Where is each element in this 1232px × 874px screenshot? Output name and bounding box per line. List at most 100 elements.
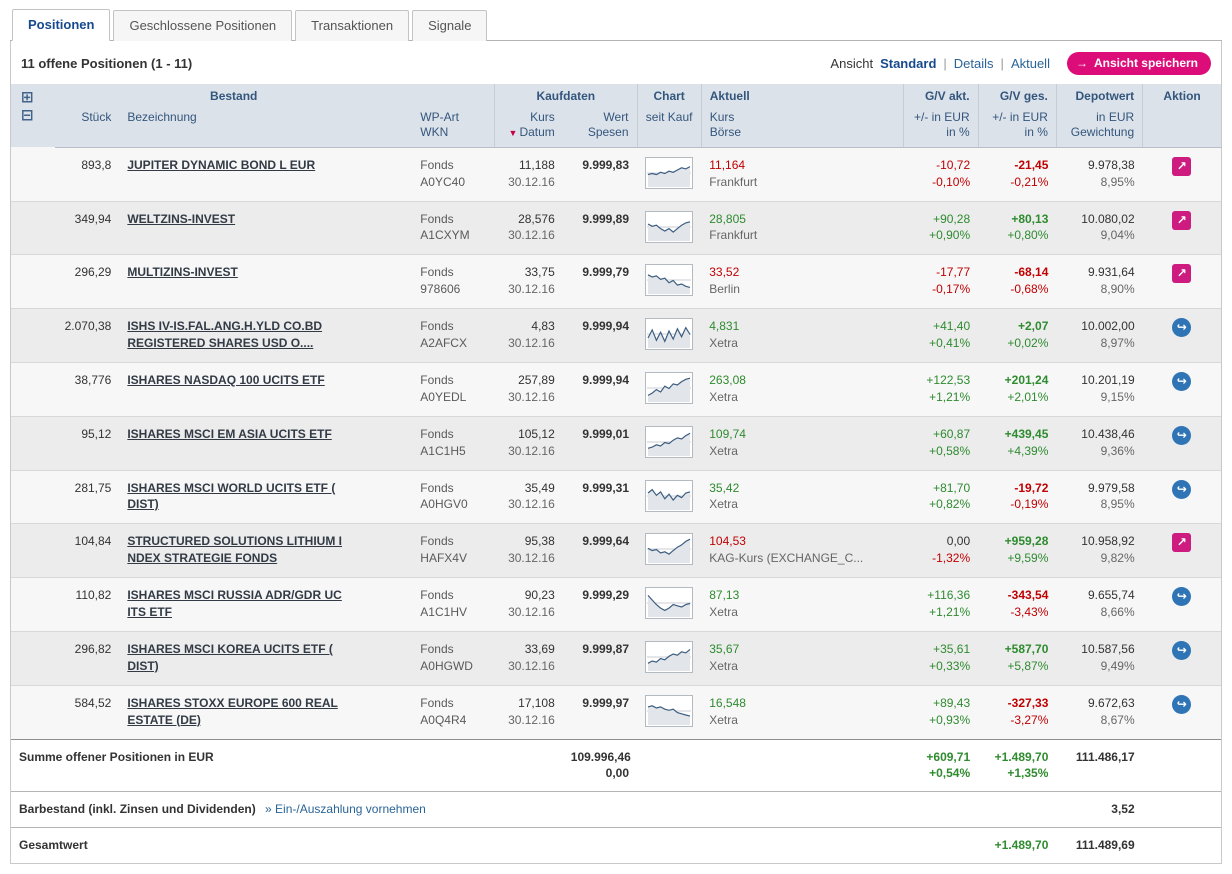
position-row: 349,94 WELTZINS-INVEST Fonds A1CXYM 28,5…: [11, 201, 1221, 255]
sparkline-chart[interactable]: [645, 371, 694, 404]
depot-value: 10.201,19: [1081, 372, 1135, 387]
trade-action-icon[interactable]: ↗: [1172, 156, 1192, 176]
wkn: A0YEDL: [420, 389, 467, 404]
trade-action-icon[interactable]: ↗: [1172, 210, 1192, 230]
info-action-icon[interactable]: ↪: [1172, 318, 1192, 338]
instrument-type: Fonds: [420, 157, 454, 172]
sparkline-chart[interactable]: [645, 479, 694, 512]
sparkline-chart[interactable]: [645, 640, 694, 673]
collapse-all-icon[interactable]: ⊟: [21, 108, 34, 123]
depot-value: 9.979,58: [1087, 480, 1135, 495]
gv-total-pct: +4,39%: [1007, 443, 1049, 458]
header-chart: Chart: [636, 84, 702, 108]
buy-date: 30.12.16: [508, 389, 555, 404]
sum-row: Summe offener Positionen in EUR 109.996,…: [11, 738, 1221, 792]
position-name-link[interactable]: MULTIZINS-INVEST: [127, 265, 237, 279]
info-action-icon[interactable]: ↪: [1172, 371, 1192, 391]
instrument-type: Fonds: [420, 480, 454, 495]
view-option-standard[interactable]: Standard: [880, 56, 936, 71]
trade-action-icon[interactable]: ↗: [1172, 533, 1192, 553]
tab-positionen[interactable]: Positionen: [12, 9, 111, 41]
row-toggle-cell: [11, 685, 55, 739]
sparkline-chart[interactable]: [645, 694, 694, 727]
trade-action-icon[interactable]: ↗: [1172, 264, 1192, 284]
buy-value: 9.999,89: [582, 211, 630, 226]
position-name-link[interactable]: WELTZINS-INVEST: [127, 212, 235, 226]
header-bezeichnung: Bezeichnung: [119, 107, 413, 148]
info-action-icon[interactable]: ↪: [1172, 694, 1192, 714]
view-option-aktuell[interactable]: Aktuell: [1011, 56, 1050, 71]
position-name-link[interactable]: ISHARES STOXX EUROPE 600 REAL ESTATE (DE): [127, 696, 338, 727]
save-view-button[interactable]: → Ansicht speichern: [1066, 52, 1211, 75]
tab-geschlossene-positionen[interactable]: Geschlossene Positionen: [113, 10, 293, 41]
header-aktion: Aktion: [1142, 84, 1221, 108]
row-toggle-cell: [11, 578, 55, 632]
buy-value: 9.999,97: [582, 695, 630, 710]
gv-current-pct: -1,32%: [932, 551, 971, 566]
header-spacer: [412, 84, 495, 108]
header-wert-spesen: Wert Spesen: [562, 107, 638, 148]
row-toggle-cell: [11, 362, 55, 416]
info-action-icon[interactable]: ↪: [1172, 479, 1192, 499]
info-action-icon[interactable]: ↪: [1172, 425, 1192, 445]
gv-current-pct: +0,82%: [929, 497, 971, 512]
buy-value: 9.999,87: [582, 641, 630, 656]
buy-value: 9.999,94: [582, 319, 630, 334]
positions-tbody: 893,8 JUPITER DYNAMIC BOND L EUR Fonds A…: [11, 147, 1221, 740]
position-name-link[interactable]: ISHARES MSCI EM ASIA UCITS ETF: [127, 427, 331, 441]
tab-signale[interactable]: Signale: [412, 10, 488, 41]
separator: |: [1000, 56, 1004, 71]
current-price: 28,805: [709, 211, 746, 226]
current-price: 35,42: [709, 480, 740, 495]
weight: 9,15%: [1100, 389, 1135, 404]
sparkline-chart[interactable]: [645, 156, 694, 189]
gv-current-eur: -17,77: [936, 265, 971, 280]
info-action-icon[interactable]: ↪: [1172, 587, 1192, 607]
total-gv: +1.489,70: [978, 826, 1057, 863]
buy-price: 95,38: [524, 534, 555, 549]
sparkline-chart[interactable]: [645, 318, 694, 351]
sort-desc-icon: ▼: [508, 128, 518, 139]
weight: 9,49%: [1100, 658, 1135, 673]
current-price: 4,831: [709, 319, 740, 334]
depot-value: 10.587,56: [1081, 641, 1135, 656]
exchange: Xetra: [709, 712, 738, 727]
position-name-link[interactable]: ISHARES MSCI RUSSIA ADR/GDR UC ITS ETF: [127, 588, 341, 619]
position-name-link[interactable]: STRUCTURED SOLUTIONS LITHIUM I NDEX STRAT…: [127, 534, 342, 565]
separator: |: [943, 56, 947, 71]
gv-current-pct: +1,21%: [929, 389, 971, 404]
gv-total-pct: -3,43%: [1010, 604, 1049, 619]
sparkline-chart[interactable]: [645, 425, 694, 458]
buy-value: 9.999,29: [582, 588, 630, 603]
quantity: 893,8: [81, 157, 112, 172]
view-label: Ansicht: [830, 56, 874, 71]
gv-current-pct: +0,93%: [929, 712, 971, 727]
quantity: 296,82: [74, 641, 112, 656]
position-name-link[interactable]: ISHARES MSCI KOREA UCITS ETF (DIST): [127, 642, 333, 673]
position-name-link[interactable]: ISHARES MSCI WORLD UCITS ETF (DIST): [127, 481, 335, 512]
buy-date: 30.12.16: [508, 335, 555, 350]
instrument-type: Fonds: [420, 211, 454, 226]
expand-all-icon[interactable]: ⊞: [21, 90, 34, 105]
buy-date: 30.12.16: [508, 604, 555, 619]
buy-date: 30.12.16: [508, 497, 555, 512]
instrument-type: Fonds: [420, 265, 454, 280]
position-name-link[interactable]: ISHS IV-IS.FAL.ANG.H.YLD CO.BD REGISTERED…: [127, 319, 322, 350]
tab-transaktionen[interactable]: Transaktionen: [295, 10, 410, 41]
sparkline-chart[interactable]: [645, 264, 694, 297]
buy-date: 30.12.16: [508, 174, 555, 189]
deposit-withdraw-link[interactable]: » Ein-/Auszahlung vornehmen: [265, 802, 426, 816]
cash-label-cell: Barbestand (inkl. Zinsen und Dividenden)…: [11, 791, 1057, 828]
sort-datum[interactable]: ▼ Datum: [503, 125, 555, 141]
position-name-link[interactable]: ISHARES NASDAQ 100 UCITS ETF: [127, 373, 324, 387]
gv-total-pct: +0,02%: [1007, 335, 1049, 350]
current-price: 109,74: [709, 426, 746, 441]
current-price: 16,548: [709, 695, 746, 710]
sparkline-chart[interactable]: [645, 533, 694, 566]
info-action-icon[interactable]: ↪: [1172, 640, 1192, 660]
view-option-details[interactable]: Details: [954, 56, 994, 71]
buy-date: 30.12.16: [508, 551, 555, 566]
sparkline-chart[interactable]: [645, 587, 694, 620]
position-name-link[interactable]: JUPITER DYNAMIC BOND L EUR: [127, 158, 315, 172]
sparkline-chart[interactable]: [645, 210, 694, 243]
